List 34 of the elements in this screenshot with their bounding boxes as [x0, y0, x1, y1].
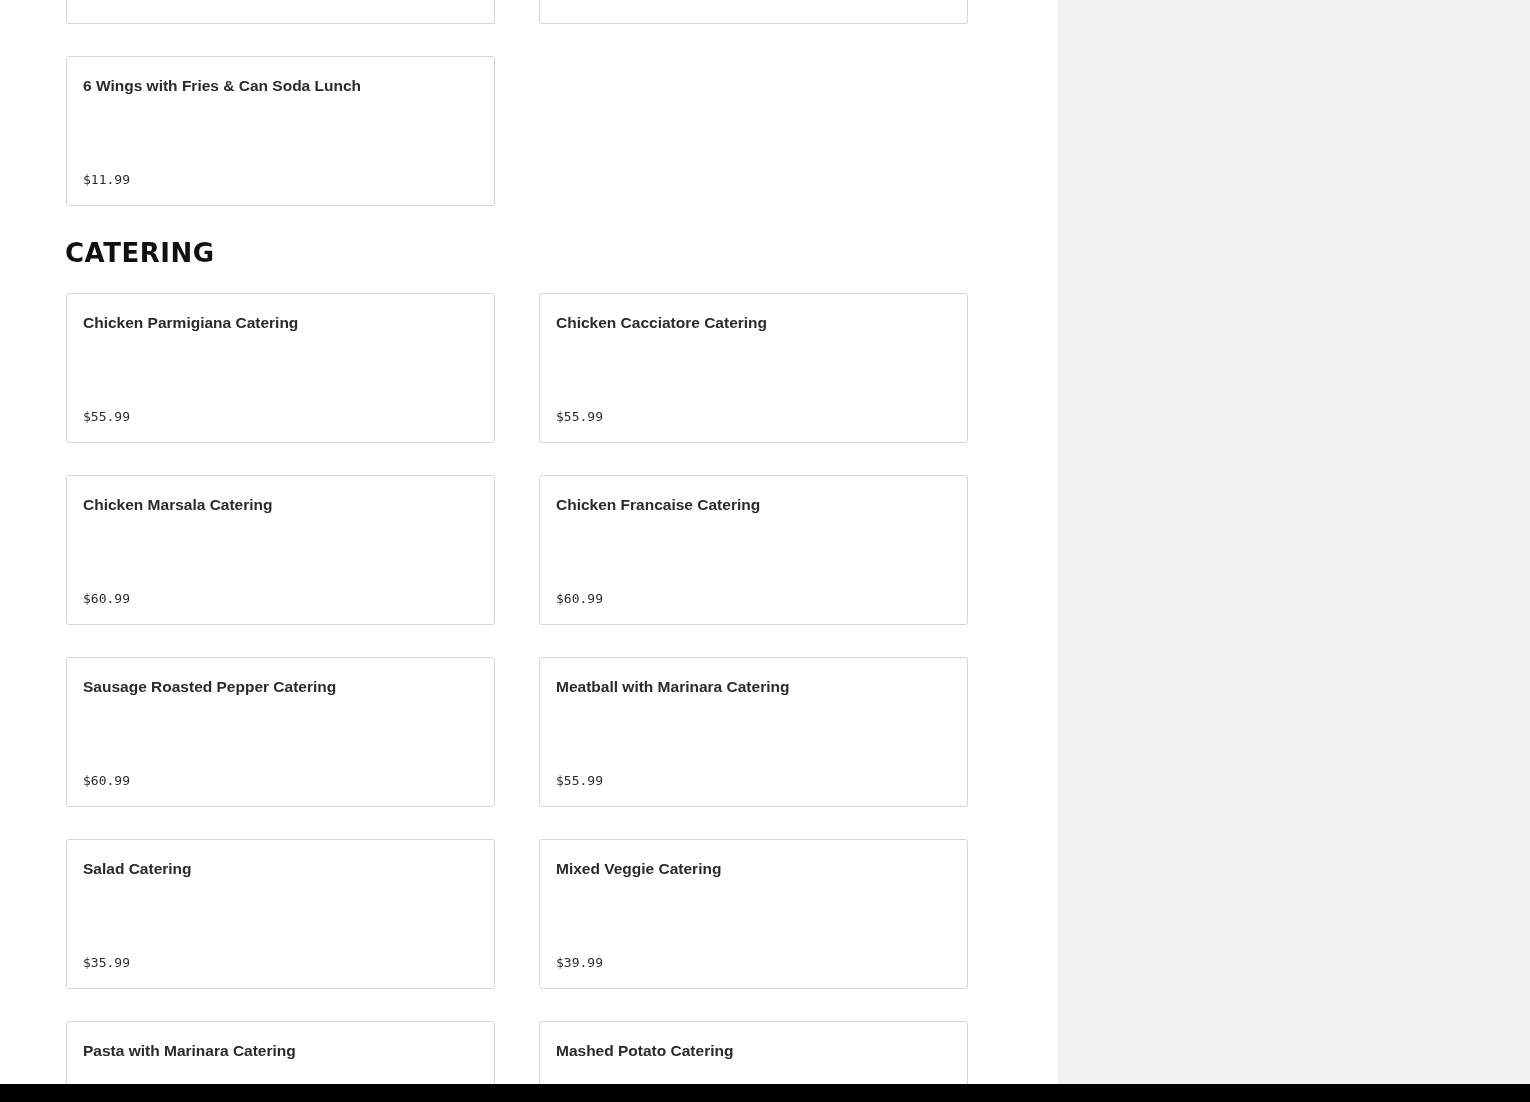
menu-card[interactable]: Mixed Veggie Catering $39.99 — [539, 839, 968, 989]
item-price: $60.99 — [83, 591, 131, 606]
item-name: Chicken Cacciatore Catering — [556, 314, 769, 332]
item-price: $55.99 — [556, 409, 604, 424]
menu-card[interactable]: Meatball with Marinara Catering $55.99 — [539, 657, 968, 807]
menu-card[interactable] — [66, 0, 495, 24]
item-name: Chicken Parmigiana Catering — [83, 314, 300, 332]
item-name: Sausage Roasted Pepper Catering — [83, 678, 338, 696]
item-price: $55.99 — [556, 773, 604, 788]
menu-card[interactable]: Chicken Cacciatore Catering $55.99 — [539, 293, 968, 443]
menu-card[interactable] — [539, 0, 968, 24]
item-name: Chicken Marsala Catering — [83, 496, 274, 514]
menu-card[interactable]: Salad Catering $35.99 — [66, 839, 495, 989]
menu-card[interactable]: Pasta with Marinara Catering — [66, 1021, 495, 1084]
menu-card[interactable]: Sausage Roasted Pepper Catering $60.99 — [66, 657, 495, 807]
item-price: $60.99 — [83, 773, 131, 788]
item-price: $35.99 — [83, 955, 131, 970]
item-price: $55.99 — [83, 409, 131, 424]
menu-card[interactable]: Mashed Potato Catering — [539, 1021, 968, 1084]
menu-card[interactable]: Chicken Francaise Catering $60.99 — [539, 475, 968, 625]
item-name: Salad Catering — [83, 860, 193, 878]
menu-card[interactable]: Chicken Marsala Catering $60.99 — [66, 475, 495, 625]
item-name: Mashed Potato Catering — [556, 1042, 735, 1060]
item-name: Chicken Francaise Catering — [556, 496, 762, 514]
section-heading: CATERING — [65, 238, 216, 268]
item-price: $60.99 — [556, 591, 604, 606]
item-price: $11.99 — [83, 172, 131, 187]
menu-card[interactable]: Chicken Parmigiana Catering $55.99 — [66, 293, 495, 443]
item-name: Meatball with Marinara Catering — [556, 678, 791, 696]
menu-card[interactable]: 6 Wings with Fries & Can Soda Lunch $11.99 — [66, 56, 495, 206]
item-price: $39.99 — [556, 955, 604, 970]
item-name: Mixed Veggie Catering — [556, 860, 723, 878]
item-name: Pasta with Marinara Catering — [83, 1042, 297, 1060]
item-name: 6 Wings with Fries & Can Soda Lunch — [83, 77, 363, 95]
